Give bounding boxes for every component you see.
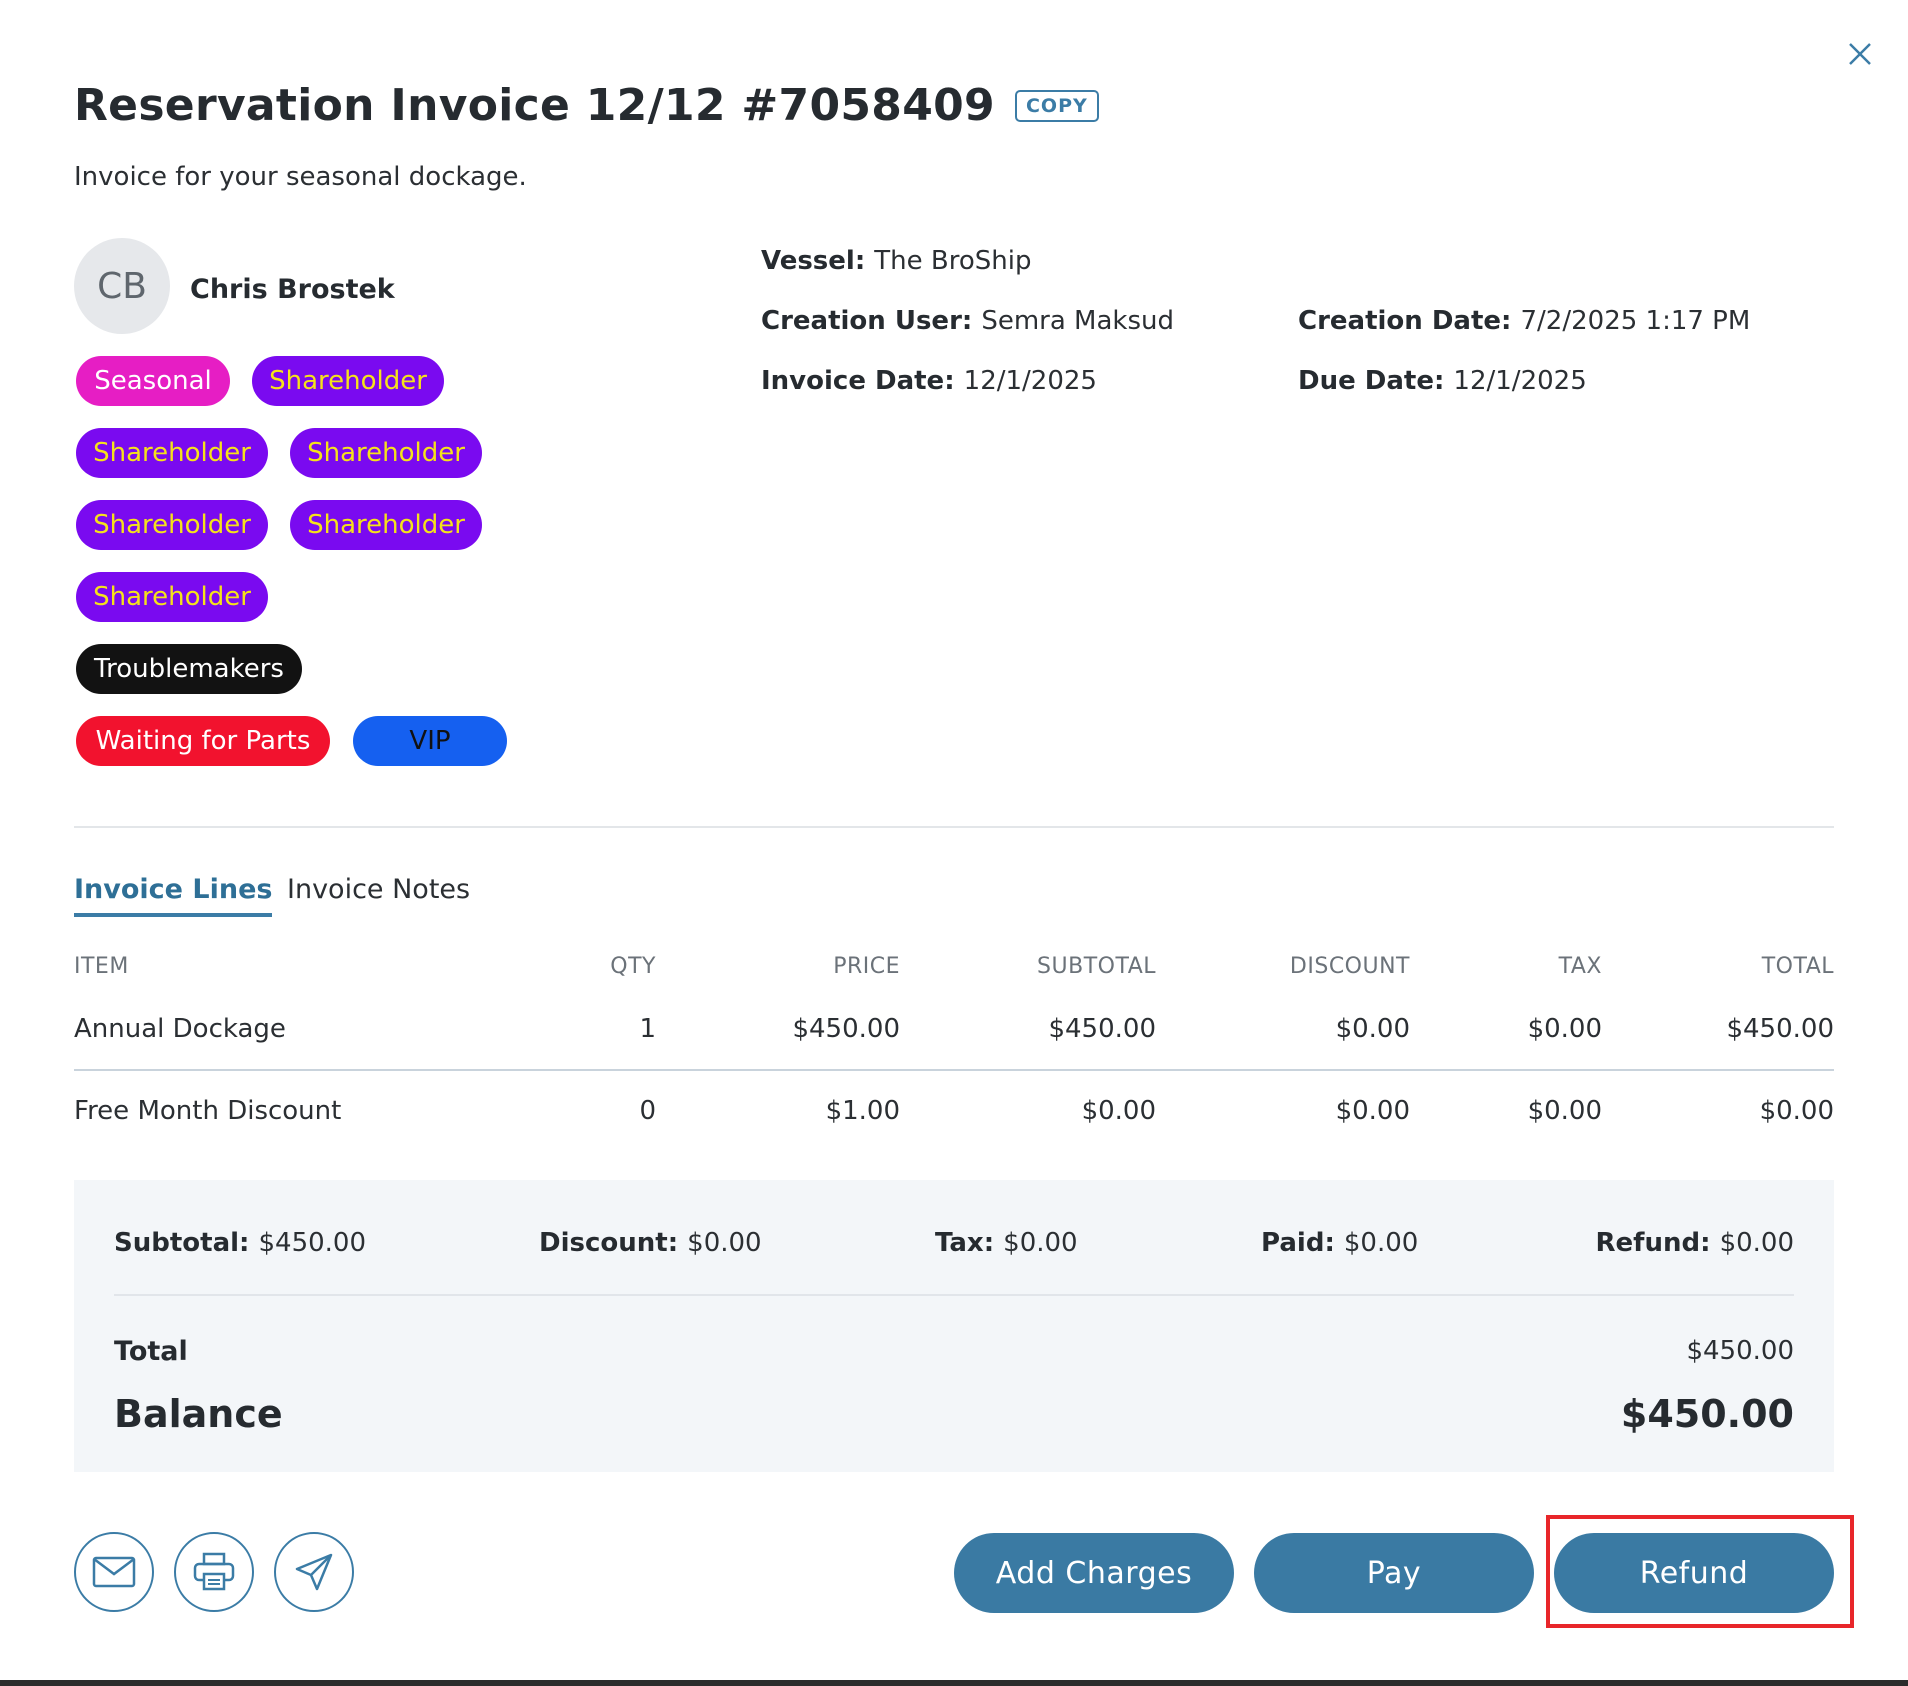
table-cell-total: $0.00 (1759, 1096, 1834, 1126)
column-header-price: PRICE (833, 954, 900, 979)
column-header-discount: DISCOUNT (1289, 954, 1410, 979)
refund-button[interactable]: Refund (1554, 1533, 1834, 1613)
invoice-date-info: Invoice Date: 12/1/2025 (761, 366, 1097, 396)
summary-tax-value: $0.00 (1003, 1228, 1078, 1258)
pay-button[interactable]: Pay (1254, 1533, 1534, 1613)
balance-label: Balance (114, 1392, 283, 1436)
table-cell-item: Annual Dockage (74, 1014, 286, 1044)
table-cell-subtotal: $0.00 (1081, 1096, 1156, 1126)
summary-paid-value: $0.00 (1343, 1228, 1419, 1258)
summary-discount: Discount: $0.00 (539, 1228, 762, 1258)
copy-button[interactable]: COPY (1014, 89, 1099, 122)
summary-refund: Refund: $0.00 (1595, 1228, 1795, 1258)
column-header-subtotal: SUBTOTAL (1037, 954, 1156, 979)
table-cell-discount: $0.00 (1335, 1096, 1410, 1126)
customer-name[interactable]: Chris Brostek (190, 274, 395, 305)
column-header-tax: TAX (1558, 954, 1602, 979)
summary-paid: Paid: $0.00 (1261, 1228, 1419, 1258)
close-button[interactable] (1842, 36, 1878, 72)
summary-discount-value: $0.00 (687, 1228, 762, 1258)
tag-shareholder: Shareholder (76, 572, 268, 622)
section-divider (74, 826, 1834, 828)
creation-date-label: Creation Date (1298, 306, 1502, 336)
column-header-total: TOTAL (1761, 954, 1834, 979)
page-title: Reservation Invoice 12/12 #7058409 (74, 80, 995, 131)
table-cell-total: $450.00 (1726, 1014, 1834, 1044)
due-date-label: Due Date (1298, 366, 1434, 396)
column-header-item: ITEM (74, 954, 129, 979)
background-strip (0, 1680, 1908, 1686)
table-cell-price: $1.00 (825, 1096, 900, 1126)
summary-paid-label: Paid (1261, 1228, 1325, 1258)
table-cell-tax: $0.00 (1527, 1014, 1602, 1044)
column-header-qty: QTY (610, 954, 656, 979)
table-cell-price: $450.00 (792, 1014, 900, 1044)
print-button[interactable] (174, 1532, 254, 1612)
invoice-date-value: 12/1/2025 (963, 366, 1097, 396)
table-cell-subtotal: $450.00 (1048, 1014, 1156, 1044)
vessel-info: Vessel: The BroShip (761, 246, 1032, 276)
vessel-value: The BroShip (874, 246, 1032, 276)
summary-refund-label: Refund (1595, 1228, 1701, 1258)
close-icon (1849, 43, 1871, 65)
send-icon (295, 1553, 333, 1591)
table-cell-qty: 0 (639, 1096, 656, 1126)
tag-shareholder: Shareholder (76, 500, 268, 550)
table-cell-item: Free Month Discount (74, 1096, 342, 1126)
creation-user-info: Creation User: Semra Maksud (761, 306, 1175, 336)
tag-shareholder: Shareholder (290, 428, 482, 478)
summary-subtotal-label: Subtotal (114, 1228, 240, 1258)
creation-user-label: Creation User (761, 306, 962, 336)
tag-shareholder: Shareholder (76, 428, 268, 478)
summary-tax-label: Tax (935, 1228, 984, 1258)
creation-date-info: Creation Date: 7/2/2025 1:17 PM (1298, 306, 1751, 336)
due-date-info: Due Date: 12/1/2025 (1298, 366, 1587, 396)
total-label: Total (114, 1336, 188, 1367)
tab-invoice-notes[interactable]: Invoice Notes (287, 874, 470, 905)
table-cell-qty: 1 (639, 1014, 656, 1044)
print-icon (193, 1552, 235, 1591)
summary-subtotal-value: $450.00 (258, 1228, 367, 1258)
table-cell-tax: $0.00 (1527, 1096, 1602, 1126)
creation-date-value: 7/2/2025 1:17 PM (1520, 306, 1751, 336)
email-button[interactable] (74, 1532, 154, 1612)
avatar: CB (74, 238, 170, 334)
summary-divider (114, 1294, 1794, 1296)
due-date-value: 12/1/2025 (1453, 366, 1587, 396)
creation-user-value: Semra Maksud (981, 306, 1175, 336)
tag-shareholder: Shareholder (290, 500, 482, 550)
page-subtitle: Invoice for your seasonal dockage. (74, 162, 527, 192)
row-separator (74, 1069, 1834, 1071)
total-value: $450.00 (1686, 1336, 1794, 1366)
add-charges-button[interactable]: Add Charges (954, 1533, 1234, 1613)
summary-discount-label: Discount (539, 1228, 668, 1258)
tag-seasonal: Seasonal (76, 356, 230, 406)
tag-shareholder: Shareholder (252, 356, 444, 406)
tag-troublemakers: Troublemakers (76, 644, 302, 694)
mail-icon (92, 1556, 136, 1588)
invoice-summary: Subtotal: $450.00 Discount: $0.00 Tax: $… (74, 1180, 1834, 1472)
summary-tax: Tax: $0.00 (935, 1228, 1078, 1258)
tab-invoice-lines[interactable]: Invoice Lines (74, 874, 273, 917)
tag-vip: VIP (353, 716, 507, 766)
send-button[interactable] (274, 1532, 354, 1612)
summary-refund-value: $0.00 (1719, 1228, 1794, 1258)
vessel-label: Vessel (761, 246, 855, 276)
balance-value: $450.00 (1620, 1392, 1794, 1436)
invoice-date-label: Invoice Date (761, 366, 945, 396)
summary-subtotal: Subtotal: $450.00 (114, 1228, 367, 1258)
invoice-modal: Reservation Invoice 12/12 #7058409 COPY … (0, 0, 1908, 1680)
tag-waiting-for-parts: Waiting for Parts (76, 716, 330, 766)
title-row: Reservation Invoice 12/12 #7058409 COPY (74, 80, 1099, 131)
table-cell-discount: $0.00 (1335, 1014, 1410, 1044)
